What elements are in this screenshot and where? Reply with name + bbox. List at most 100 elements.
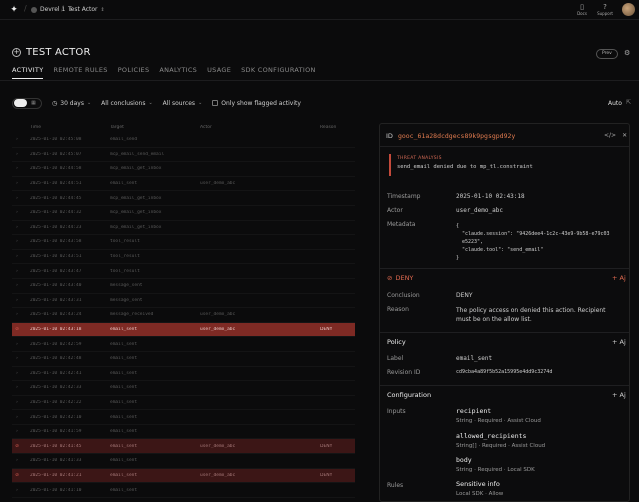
export-icon[interactable]: ⇱ — [626, 99, 631, 106]
chevron-right-icon: › — [16, 181, 18, 187]
row-time: 2025-01-10 02:44:51 — [30, 181, 82, 187]
table-row[interactable]: › 2025-01-10 02:44:51 email_sent user_demo_… — [12, 177, 355, 192]
row-target: message_sent — [110, 297, 143, 303]
table-row[interactable]: › 2025-01-10 02:43:24 message_received user… — [12, 308, 355, 323]
sources-filter[interactable]: All sources ⌄ — [163, 100, 203, 107]
chevron-right-icon: › — [16, 224, 18, 230]
tab-analytics[interactable]: ANALYTICS — [159, 66, 197, 79]
tab-sdk-configuration[interactable]: SDK CONFIGURATION — [241, 66, 316, 79]
table-row[interactable]: › 2025-01-10 02:42:22 email_sent — [12, 396, 355, 411]
date-range-filter[interactable]: ◷ 30 days ⌄ — [52, 100, 91, 107]
param-item: recipient String · Required · Assist Clo… — [456, 407, 541, 424]
chevron-right-icon: › — [16, 297, 18, 303]
table-row[interactable]: › 2025-01-10 02:45:07 mcp_email_send_email — [12, 148, 355, 163]
tab-policies[interactable]: POLICIES — [118, 66, 150, 79]
column-header-target[interactable]: Target — [110, 125, 200, 130]
breadcrumb-workspace[interactable]: Devrel 1 ⇕ — [31, 6, 72, 13]
row-target: tool_result — [110, 239, 140, 245]
row-time: 2025-01-10 02:43:47 — [30, 268, 82, 274]
threat-analysis: THREAT ANALYSIS send_email denied due to… — [389, 154, 622, 176]
add-adjustment-button[interactable]: + Aj — [612, 274, 626, 282]
table-row[interactable]: ›2025-01-10 02:40:58email_sent — [12, 498, 355, 502]
table-row[interactable]: › 2025-01-10 02:44:32 mcp_email_get_inbox — [12, 206, 355, 221]
table-row[interactable]: ⊘ 2025-01-10 02:41:21 email_sent user_demo_… — [12, 468, 355, 484]
divider — [380, 146, 629, 147]
row-decision: DENY — [320, 472, 333, 478]
support-label: Support — [597, 11, 613, 16]
deny-section-header: ⊘ DENY — [387, 274, 413, 282]
list-view-option[interactable] — [14, 99, 27, 107]
table-row[interactable]: › 2025-01-10 02:43:51 tool_result — [12, 250, 355, 265]
environment-badge[interactable]: Prev — [596, 49, 618, 59]
block-icon: ⊘ — [387, 274, 393, 282]
sources-value: All sources — [162, 99, 196, 107]
add-policy-button[interactable]: + Aj — [612, 338, 626, 346]
code-icon[interactable]: </> — [604, 132, 616, 139]
table-row[interactable]: › 2025-01-10 02:44:58 mcp_email_get_inbox — [12, 162, 355, 177]
column-header-time[interactable]: Time — [22, 125, 110, 130]
table-row[interactable]: › 2025-01-10 02:43:58 tool_result — [12, 235, 355, 250]
table-row[interactable]: › 2025-01-10 02:42:59 email_sent — [12, 337, 355, 352]
table-row[interactable]: › 2025-01-10 02:42:41 email_sent — [12, 367, 355, 382]
table-row[interactable]: › 2025-01-10 02:42:33 email_sent — [12, 381, 355, 396]
chevron-right-icon: › — [16, 356, 18, 362]
row-time: 2025-01-10 02:41:59 — [30, 429, 82, 435]
column-header-actor[interactable]: Actor — [200, 125, 320, 130]
row-time: 2025-01-10 02:43:58 — [30, 239, 82, 245]
gear-icon[interactable]: ⚙ — [624, 49, 630, 57]
actor-name: Test Actor — [68, 6, 98, 13]
row-target: mcp_email_get_inbox — [110, 166, 162, 172]
configuration-section-header: Configuration — [387, 391, 432, 399]
table-row[interactable]: › 2025-01-10 02:43:47 tool_result — [12, 264, 355, 279]
view-toggle[interactable]: ▦ — [12, 97, 42, 109]
column-header-reason[interactable]: Reason — [320, 125, 355, 130]
table-row[interactable]: ⊘ 2025-01-10 02:43:18 email_sent user_demo_… — [12, 322, 355, 338]
actor-value[interactable]: user_demo_abc — [456, 207, 503, 214]
table-row[interactable]: › 2025-01-10 02:41:59 email_sent — [12, 425, 355, 440]
tab-remote-rules[interactable]: REMOTE RULES — [53, 66, 107, 79]
table-row[interactable]: ⊘ 2025-01-10 02:41:45 email_sent user_demo_… — [12, 439, 355, 455]
row-target: mcp_email_get_inbox — [110, 195, 162, 201]
table-row[interactable]: › 2025-01-10 02:41:33 email_sent — [12, 454, 355, 469]
row-target: email_sent — [110, 356, 138, 362]
tab-activity[interactable]: ACTIVITY — [12, 66, 44, 79]
table-row[interactable]: › 2025-01-10 02:45:08 email_send — [12, 133, 355, 148]
event-id: ID gooc_61a28dcdgecs89k9pgsgpd92y — [386, 132, 515, 140]
reason-label: Reason — [387, 306, 409, 313]
row-time: 2025-01-10 02:43:40 — [30, 283, 82, 289]
close-icon[interactable]: ✕ — [622, 132, 627, 139]
top-bar: ✦ / Devrel 1 ⇕ / Test Actor ⇕ ▯ Docs ? S… — [0, 0, 639, 20]
threat-title: THREAT ANALYSIS — [397, 156, 442, 161]
table-row[interactable]: › 2025-01-10 02:43:40 message_sent — [12, 279, 355, 294]
grid-view-option[interactable]: ▦ — [27, 99, 40, 107]
add-configuration-button[interactable]: + Aj — [612, 391, 626, 399]
row-target: email_sent — [110, 181, 138, 187]
tab-usage[interactable]: USAGE — [207, 66, 231, 79]
row-target: message_sent — [110, 283, 143, 289]
row-time: 2025-01-10 02:43:51 — [30, 254, 82, 260]
table-row[interactable]: › 2025-01-10 02:42:10 email_sent — [12, 410, 355, 425]
table-row[interactable]: › 2025-01-10 02:41:10 email_sent — [12, 483, 355, 498]
conclusions-filter[interactable]: All conclusions ⌄ — [101, 100, 152, 107]
table-row[interactable]: › 2025-01-10 02:44:23 mcp_email_get_inbox — [12, 221, 355, 236]
auto-refresh-toggle[interactable]: Auto — [608, 100, 622, 107]
docs-button[interactable]: ▯ Docs — [571, 3, 593, 16]
row-time: 2025-01-10 02:42:59 — [30, 341, 82, 347]
row-actor: user_demo_abc — [200, 327, 236, 333]
support-button[interactable]: ? Support — [594, 3, 616, 16]
flagged-only-checkbox[interactable]: Only show flagged activity — [212, 100, 301, 107]
table-row[interactable]: › 2025-01-10 02:42:48 email_sent — [12, 352, 355, 367]
revision-value[interactable]: cd9cba4a89f5b52a15995e4dd9c3274d — [456, 369, 552, 375]
plus-circle-icon: + — [12, 48, 21, 57]
breadcrumb-actor[interactable]: Test Actor ⇕ — [68, 6, 105, 13]
row-target: email_sent — [110, 399, 138, 405]
table-row[interactable]: › 2025-01-10 02:43:31 message_sent — [12, 294, 355, 309]
logo-icon[interactable]: ✦ — [9, 5, 19, 15]
checkbox[interactable] — [212, 100, 219, 106]
chevron-down-icon: ⌄ — [86, 100, 92, 106]
id-value[interactable]: gooc_61a28dcdgecs89k9pgsgpd92y — [398, 132, 515, 140]
row-time: 2025-01-10 02:43:18 — [30, 327, 82, 333]
table-row[interactable]: › 2025-01-10 02:44:45 mcp_email_get_inbox — [12, 191, 355, 206]
row-decision: DENY — [320, 327, 333, 333]
user-avatar[interactable] — [622, 3, 635, 16]
